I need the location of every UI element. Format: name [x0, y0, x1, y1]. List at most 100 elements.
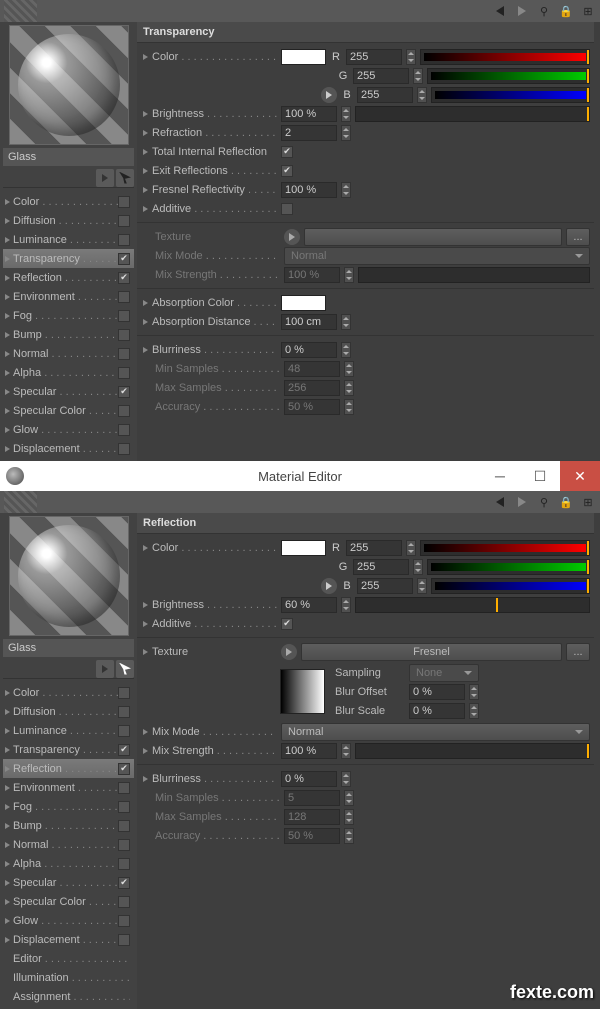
- channel-checkbox[interactable]: [118, 196, 130, 208]
- texture-expand-icon[interactable]: [281, 644, 297, 660]
- channel-checkbox[interactable]: [118, 215, 130, 227]
- abscolor-swatch[interactable]: [281, 295, 326, 311]
- minimize-button[interactable]: ─: [480, 461, 520, 491]
- extra-assignment[interactable]: Assignment: [3, 987, 134, 1006]
- channel-checkbox[interactable]: [118, 801, 130, 813]
- cursor-tool-icon[interactable]: [116, 169, 134, 187]
- channel-specular-color[interactable]: Specular Color: [3, 401, 134, 420]
- tir-checkbox[interactable]: [281, 146, 293, 158]
- cursor-tool-icon[interactable]: [116, 660, 134, 678]
- additive-checkbox[interactable]: [281, 203, 293, 215]
- hatch-grip[interactable]: [4, 0, 37, 22]
- brightness-field[interactable]: 60 %: [281, 597, 337, 613]
- channel-checkbox[interactable]: [118, 744, 130, 756]
- channel-transparency[interactable]: Transparency: [3, 740, 134, 759]
- g-field[interactable]: 255: [353, 68, 409, 84]
- channel-checkbox[interactable]: [118, 291, 130, 303]
- material-preview[interactable]: [9, 516, 129, 636]
- fresnel-field[interactable]: 100 %: [281, 182, 337, 198]
- channel-checkbox[interactable]: [118, 934, 130, 946]
- spinner[interactable]: [341, 314, 351, 330]
- person-icon[interactable]: ⚲: [536, 494, 552, 510]
- channel-normal[interactable]: Normal: [3, 835, 134, 854]
- blurscale-field[interactable]: 0 %: [409, 703, 465, 719]
- r-spinner[interactable]: [406, 49, 416, 65]
- channel-checkbox[interactable]: [118, 310, 130, 322]
- texture-browse-button[interactable]: ...: [566, 643, 590, 661]
- nav-back-icon[interactable]: [492, 3, 508, 19]
- g-field[interactable]: 255: [353, 559, 409, 575]
- channel-checkbox[interactable]: [118, 763, 130, 775]
- g-spinner[interactable]: [413, 68, 423, 84]
- channel-luminance[interactable]: Luminance: [3, 721, 134, 740]
- bluroff-field[interactable]: 0 %: [409, 684, 465, 700]
- channel-checkbox[interactable]: [118, 858, 130, 870]
- sampling-dropdown[interactable]: None: [409, 664, 479, 682]
- b-slider[interactable]: [431, 578, 590, 594]
- person-icon[interactable]: ⚲: [536, 3, 552, 19]
- channel-color[interactable]: Color: [3, 192, 134, 211]
- extra-editor[interactable]: Editor: [3, 949, 134, 968]
- channel-fog[interactable]: Fog: [3, 306, 134, 325]
- channel-specular-color[interactable]: Specular Color: [3, 892, 134, 911]
- blur-field[interactable]: 0 %: [281, 771, 337, 787]
- channel-bump[interactable]: Bump: [3, 325, 134, 344]
- channel-checkbox[interactable]: [118, 386, 130, 398]
- channel-checkbox[interactable]: [118, 915, 130, 927]
- spinner[interactable]: [469, 703, 479, 719]
- spinner[interactable]: [341, 106, 351, 122]
- r-field[interactable]: 255: [346, 540, 402, 556]
- channel-checkbox[interactable]: [118, 839, 130, 851]
- r-field[interactable]: 255: [346, 49, 402, 65]
- extra-illumination[interactable]: Illumination: [3, 968, 134, 987]
- maximize-button[interactable]: ☐: [520, 461, 560, 491]
- mixstr-field[interactable]: 100 %: [281, 743, 337, 759]
- channel-checkbox[interactable]: [118, 405, 130, 417]
- channel-checkbox[interactable]: [118, 877, 130, 889]
- channel-reflection[interactable]: Reflection: [3, 759, 134, 778]
- channel-environment[interactable]: Environment: [3, 778, 134, 797]
- channel-checkbox[interactable]: [118, 253, 130, 265]
- channel-bump[interactable]: Bump: [3, 816, 134, 835]
- color-swatch[interactable]: [281, 49, 326, 65]
- exit-checkbox[interactable]: [281, 165, 293, 177]
- spinner[interactable]: [341, 771, 351, 787]
- spinner[interactable]: [341, 182, 351, 198]
- refraction-field[interactable]: 2: [281, 125, 337, 141]
- channel-environment[interactable]: Environment: [3, 287, 134, 306]
- spinner[interactable]: [469, 684, 479, 700]
- titlebar[interactable]: Material Editor ─ ☐ ✕: [0, 461, 600, 491]
- mixmode-dropdown[interactable]: Normal: [281, 723, 590, 741]
- channel-glow[interactable]: Glow: [3, 911, 134, 930]
- texture-slot[interactable]: [304, 228, 562, 246]
- channel-checkbox[interactable]: [118, 443, 130, 455]
- channel-reflection[interactable]: Reflection: [3, 268, 134, 287]
- close-button[interactable]: ✕: [560, 461, 600, 491]
- channel-diffusion[interactable]: Diffusion: [3, 211, 134, 230]
- new-icon[interactable]: ⊞: [580, 494, 596, 510]
- channel-glow[interactable]: Glow: [3, 420, 134, 439]
- channel-diffusion[interactable]: Diffusion: [3, 702, 134, 721]
- channel-alpha[interactable]: Alpha: [3, 854, 134, 873]
- channel-checkbox[interactable]: [118, 272, 130, 284]
- channel-checkbox[interactable]: [118, 329, 130, 341]
- channel-luminance[interactable]: Luminance: [3, 230, 134, 249]
- new-icon[interactable]: ⊞: [580, 3, 596, 19]
- material-name[interactable]: Glass: [3, 639, 134, 657]
- texture-browse-button[interactable]: ...: [566, 228, 590, 246]
- g-slider[interactable]: [427, 68, 590, 84]
- b-field[interactable]: 255: [357, 87, 413, 103]
- b-field[interactable]: 255: [357, 578, 413, 594]
- texture-expand-icon[interactable]: [284, 229, 300, 245]
- spinner[interactable]: [406, 540, 416, 556]
- channel-checkbox[interactable]: [118, 706, 130, 718]
- channel-color[interactable]: Color: [3, 683, 134, 702]
- rgb-mode-icon[interactable]: [321, 87, 337, 103]
- play-icon[interactable]: [96, 660, 114, 678]
- g-slider[interactable]: [427, 559, 590, 575]
- channel-checkbox[interactable]: [118, 896, 130, 908]
- nav-back-icon[interactable]: [492, 494, 508, 510]
- channel-checkbox[interactable]: [118, 782, 130, 794]
- spinner[interactable]: [341, 125, 351, 141]
- b-spinner[interactable]: [417, 87, 427, 103]
